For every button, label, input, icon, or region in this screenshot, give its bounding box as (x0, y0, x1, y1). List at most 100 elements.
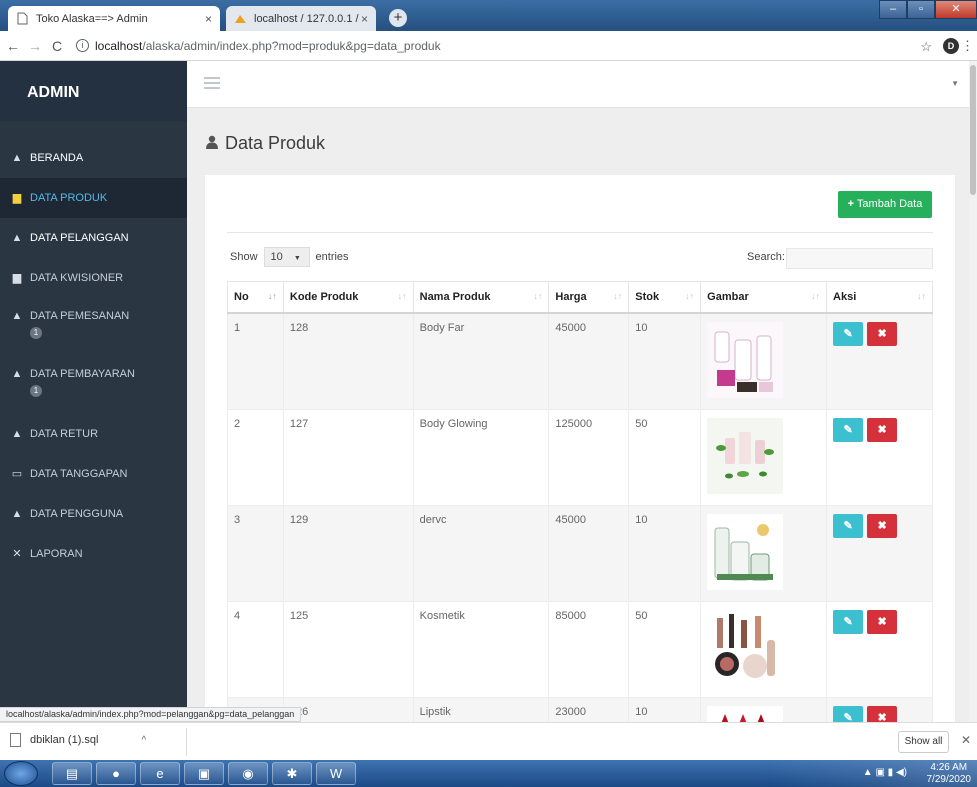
url-field[interactable]: i localhost/alaska/admin/index.php?mod=p… (76, 39, 441, 53)
browser-tab-admin[interactable]: Toko Alaska==> Admin × (8, 6, 220, 31)
edit-button[interactable]: ✎ (833, 513, 864, 538)
sort-icon: ↓↑ (685, 291, 695, 301)
back-arrow-icon[interactable]: ← (2, 38, 24, 54)
cell-harga: 45000 (548, 312, 630, 410)
download-item[interactable]: dbiklan (1).sql ^ (10, 733, 146, 747)
tools-icon: ✕ (12, 548, 22, 560)
cell-no: 1 (227, 312, 284, 410)
delete-button[interactable]: ✖ (867, 609, 898, 634)
edit-button[interactable]: ✎ (833, 609, 864, 634)
edit-icon: ✎ (843, 423, 853, 436)
product-image (707, 513, 784, 590)
sidebar: ADMIN ▲ BERANDA ▆ DATA PRODUK ▲ DATA PEL… (0, 61, 187, 722)
browser-icon[interactable]: ◉ (228, 762, 268, 785)
close-icon[interactable]: ✕ (961, 733, 971, 747)
maximize-button[interactable]: ▫ (907, 0, 935, 19)
profile-avatar[interactable]: D (943, 38, 959, 54)
delete-button[interactable]: ✖ (867, 513, 898, 538)
sidebar-item-data-pemesanan[interactable]: ▲ DATA PEMESANAN 1 (0, 298, 187, 356)
star-icon[interactable]: ☆ (920, 39, 932, 55)
entries-select[interactable]: 10 ▼ (263, 247, 310, 267)
sidebar-item-label: DATA PELANGGAN (30, 232, 129, 244)
app-icon[interactable]: ▣ (184, 762, 224, 785)
minimize-button[interactable]: – (879, 0, 907, 19)
reload-icon[interactable]: C (46, 38, 68, 54)
column-header-kode-produk[interactable]: Kode Produk ↓↑ (282, 281, 414, 314)
search-input[interactable] (786, 248, 933, 269)
cell-gambar (700, 600, 828, 698)
cell-gambar (700, 696, 828, 722)
tray-icons[interactable]: ▲ ▣ ▮ ◀) (863, 767, 907, 778)
explorer-icon[interactable]: ▤ (52, 762, 92, 785)
cell-aksi: ✎ ✖ (826, 408, 933, 506)
edit-button[interactable]: ✎ (833, 417, 864, 442)
column-header-stok[interactable]: Stok ↓↑ (628, 281, 702, 314)
sidebar-item-label: DATA TANGGAPAN (30, 468, 128, 480)
chrome-icon[interactable]: ● (96, 762, 136, 785)
cell-nama: Body Far (412, 312, 550, 410)
table-row: 2 127 Body Glowing 125000 50 ✎ ✖ (227, 408, 933, 506)
sidebar-item-data-pelanggan[interactable]: ▲ DATA PELANGGAN (0, 218, 187, 258)
sidebar-brand[interactable]: ADMIN (0, 61, 187, 121)
hamburger-menu-icon[interactable] (204, 77, 220, 92)
scrollbar-thumb[interactable] (970, 65, 976, 195)
close-icon[interactable]: × (205, 12, 212, 26)
edit-icon: ✎ (843, 615, 853, 628)
column-header-nama-produk[interactable]: Nama Produk ↓↑ (412, 281, 550, 314)
edit-icon: ✎ (843, 711, 853, 723)
cell-harga: 23000 (548, 696, 630, 722)
sidebar-item-data-produk[interactable]: ▆ DATA PRODUK (0, 178, 187, 218)
edit-button[interactable]: ✎ (833, 705, 864, 723)
ie-icon[interactable]: e (140, 762, 180, 785)
cell-harga: 85000 (548, 600, 630, 698)
sidebar-item-data-retur[interactable]: ▲ DATA RETUR (0, 414, 187, 454)
sort-icon: ↓↑ (267, 291, 277, 301)
new-tab-button[interactable]: + (389, 9, 407, 27)
sidebar-item-data-tanggapan[interactable]: ▭ DATA TANGGAPAN (0, 454, 187, 494)
menu-kebab-icon[interactable]: ⋮ (961, 38, 974, 54)
info-icon[interactable]: i (76, 39, 89, 52)
sidebar-item-data-pembayaran[interactable]: ▲ DATA PEMBAYARAN 1 (0, 356, 187, 414)
entries-length-control: Show 10 ▼ entries (230, 247, 349, 267)
page-scrollbar[interactable] (969, 61, 977, 722)
sidebar-item-data-kwisioner[interactable]: ▆ DATA KWISIONER (0, 258, 187, 298)
xampp-icon[interactable]: ✱ (272, 762, 312, 785)
start-button[interactable] (4, 761, 38, 786)
add-data-button[interactable]: + Tambah Data (838, 191, 932, 218)
sidebar-item-beranda[interactable]: ▲ BERANDA (0, 138, 187, 178)
edit-button[interactable]: ✎ (833, 321, 864, 346)
cell-kode: 127 (282, 408, 414, 506)
column-header-harga[interactable]: Harga ↓↑ (548, 281, 630, 314)
window-close-button[interactable]: ✕ (935, 0, 977, 19)
url-host: localhost (95, 38, 143, 53)
chevron-down-icon: ▼ (293, 255, 301, 262)
forward-arrow-icon[interactable]: → (24, 38, 46, 54)
chevron-up-icon[interactable]: ^ (141, 735, 146, 746)
calendar-icon: ▭ (11, 468, 23, 480)
delete-button[interactable]: ✖ (867, 417, 898, 442)
home-icon: ▲ (11, 152, 23, 164)
entries-label: entries (315, 251, 349, 263)
edit-icon: ✎ (843, 519, 853, 532)
column-header-gambar[interactable]: Gambar ↓↑ (700, 281, 828, 314)
column-header-no[interactable]: No ↓↑ (227, 281, 284, 314)
column-header-aksi[interactable]: Aksi ↓↑ (826, 281, 933, 314)
product-image (707, 321, 784, 398)
show-all-button[interactable]: Show all (898, 731, 949, 753)
clock[interactable]: 4:26 AM 7/29/2020 (927, 762, 972, 786)
close-icon[interactable]: × (361, 12, 368, 26)
cell-gambar (700, 312, 828, 410)
word-icon[interactable]: W (316, 762, 356, 785)
chevron-down-icon[interactable]: ▼ (951, 79, 959, 88)
tab-title: localhost / 127.0.0.1 / dbiklan | p (254, 12, 361, 25)
cell-aksi: ✎ ✖ (826, 696, 933, 723)
sidebar-item-laporan[interactable]: ✕ LAPORAN (0, 534, 187, 574)
cell-nama: Kosmetik (412, 600, 550, 698)
delete-button[interactable]: ✖ (867, 321, 898, 346)
delete-button[interactable]: ✖ (867, 705, 898, 722)
tab-title: Toko Alaska==> Admin (36, 12, 148, 25)
sidebar-item-data-pengguna[interactable]: ▲ DATA PENGGUNA (0, 494, 187, 534)
products-panel: + Tambah Data Show 10 ▼ entries Search: … (205, 175, 955, 722)
browser-tab-phpmyadmin[interactable]: localhost / 127.0.0.1 / dbiklan | p × (226, 6, 376, 31)
cell-aksi: ✎ ✖ (826, 504, 933, 602)
